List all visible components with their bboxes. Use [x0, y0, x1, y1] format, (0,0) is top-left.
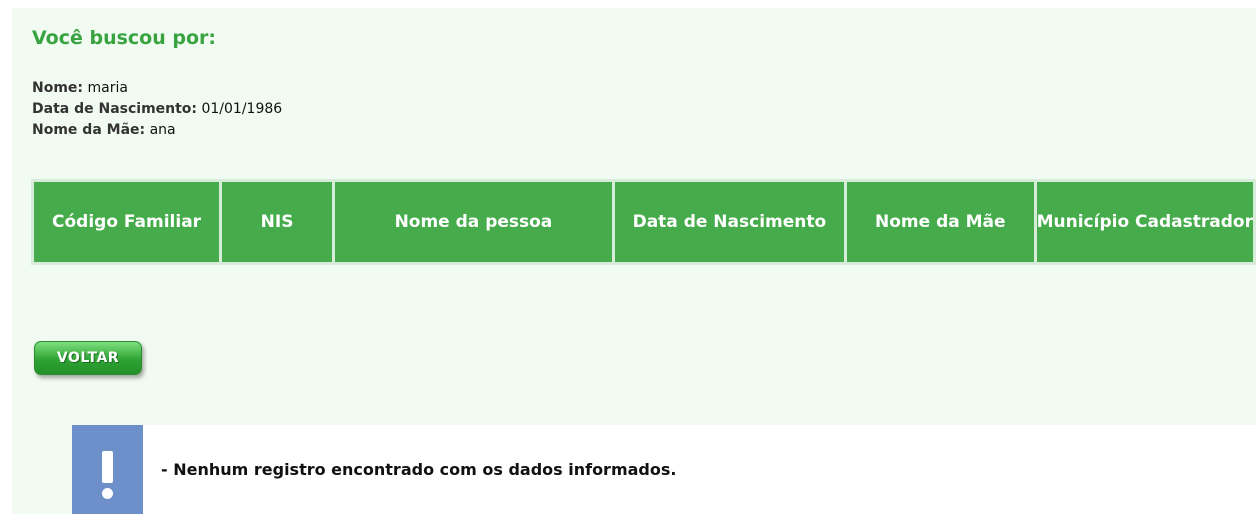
criteria-birthdate-value: 01/01/1986: [201, 101, 283, 117]
criteria-mother-name-label: Nome da Mãe:: [32, 122, 146, 138]
results-table: Código Familiar NIS Nome da pessoa Data …: [31, 179, 1256, 265]
notice-message: - Nenhum registro encontrado com os dado…: [161, 460, 677, 479]
criteria-name: Nome: maria: [32, 78, 282, 99]
results-header-row: Código Familiar NIS Nome da pessoa Data …: [34, 182, 1253, 262]
column-header-birthdate: Data de Nascimento: [614, 182, 844, 262]
search-criteria: Nome: maria Data de Nascimento: 01/01/19…: [32, 78, 282, 141]
column-header-nis: NIS: [222, 182, 333, 262]
criteria-mother-name-value: ana: [149, 122, 176, 138]
criteria-name-label: Nome:: [32, 80, 84, 96]
column-header-family-code: Código Familiar: [34, 182, 220, 262]
criteria-name-value: maria: [87, 80, 128, 96]
back-button[interactable]: VOLTAR: [34, 341, 142, 375]
column-header-person-name: Nome da pessoa: [335, 182, 612, 262]
column-header-registering-municipality: Município Cadastrador: [1036, 182, 1253, 262]
criteria-birthdate: Data de Nascimento: 01/01/1986: [32, 99, 282, 120]
criteria-birthdate-label: Data de Nascimento:: [32, 101, 198, 117]
no-results-notice: - Nenhum registro encontrado com os dado…: [72, 425, 1256, 514]
exclamation-icon: [72, 425, 143, 514]
search-results-panel: Você buscou por: Nome: maria Data de Nas…: [12, 8, 1256, 514]
criteria-mother-name: Nome da Mãe: ana: [32, 120, 282, 141]
column-header-mother-name: Nome da Mãe: [846, 182, 1034, 262]
search-summary-title: Você buscou por:: [32, 27, 216, 49]
